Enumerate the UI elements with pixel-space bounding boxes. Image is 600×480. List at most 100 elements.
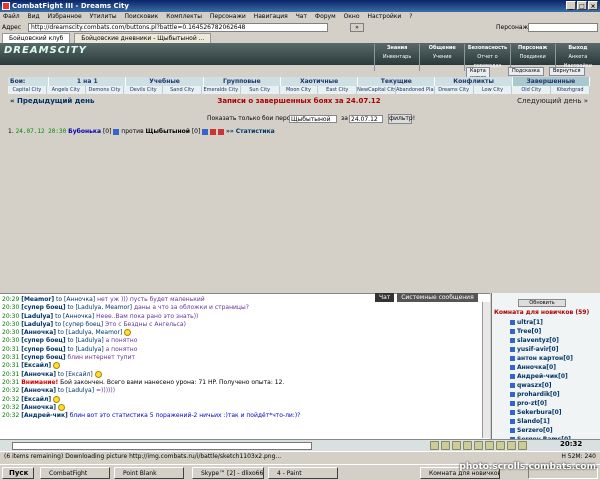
menu-utils[interactable]: Утилиты xyxy=(87,13,120,20)
menu-sets[interactable]: Комплекты xyxy=(163,13,205,20)
cat-group[interactable]: Групповые xyxy=(204,77,281,86)
user-list-item[interactable]: Slando[1] xyxy=(510,417,590,426)
chat-recipient[interactable]: to [Ladulya, Meamor] xyxy=(58,329,122,336)
chat-input[interactable] xyxy=(12,442,312,450)
chat-recipient[interactable]: to [Ladulya, Meamor] xyxy=(68,304,132,311)
menu-persons[interactable]: Персонажи xyxy=(207,13,249,20)
city-item[interactable]: Old City xyxy=(512,86,552,94)
city-item[interactable]: Demons City xyxy=(86,86,125,94)
minimize-button[interactable]: _ xyxy=(566,1,576,10)
chat-time[interactable]: 20:30 xyxy=(2,313,19,320)
menu-file[interactable]: Файл xyxy=(0,13,23,20)
chat-time[interactable]: 20:32 xyxy=(2,396,19,403)
chat-scrollbar[interactable] xyxy=(482,302,490,438)
city-item[interactable]: Angels City xyxy=(47,86,86,94)
user-list-item[interactable]: антон картон[0] xyxy=(510,354,590,363)
refresh-button[interactable]: Обновить xyxy=(518,299,566,307)
city-item[interactable]: Sand City xyxy=(163,86,202,94)
chat-nick[interactable]: [супер боец] xyxy=(21,304,65,311)
cat-finished[interactable]: Завершенные xyxy=(512,77,590,86)
menu-nav[interactable]: Навигация xyxy=(251,13,291,20)
user-list-item[interactable]: qwaszx[0] xyxy=(510,381,590,390)
chat-recipient[interactable]: to [Анночка] xyxy=(55,313,94,320)
person-select[interactable] xyxy=(528,23,598,32)
sound-icon[interactable] xyxy=(463,441,472,450)
player-1[interactable]: Бубонька xyxy=(68,128,101,135)
city-item[interactable]: Capital City xyxy=(8,86,47,94)
user-list-item[interactable]: slaventyz[0] xyxy=(510,336,590,345)
translit-icon[interactable] xyxy=(474,441,483,450)
tab-club[interactable]: Бойцовский клуб xyxy=(2,33,71,43)
user-list-item[interactable]: pro-zt[0] xyxy=(510,399,590,408)
chat-time[interactable]: 20:30 xyxy=(2,329,19,336)
menu-window[interactable]: Окно xyxy=(341,13,363,20)
task-skype[interactable]: Skype™ [2] - dlixo666 xyxy=(192,467,264,479)
exit-icon[interactable] xyxy=(507,441,516,450)
chat-nick[interactable]: [Ексайл] xyxy=(21,362,51,369)
chat-time[interactable]: 20:32 xyxy=(2,387,19,394)
date-filter-input[interactable]: 24.07.12 xyxy=(349,115,383,123)
chat-recipient[interactable]: to [супер боец] xyxy=(55,321,103,328)
task-pointblank[interactable]: Point Blank xyxy=(114,467,184,479)
tab-diaries[interactable]: Бойцовские дневники - Щыбытыной ... xyxy=(74,33,212,43)
menu-forum[interactable]: Форум xyxy=(312,13,339,20)
chat-nick[interactable]: [супер боец] xyxy=(21,337,65,344)
user-list-item[interactable]: ultra[1] xyxy=(510,318,590,327)
city-item[interactable]: Dreams City xyxy=(435,86,474,94)
maximize-button[interactable]: □ xyxy=(577,1,587,10)
chat-nick[interactable]: [Анночка] xyxy=(21,387,56,394)
task-paint[interactable]: 4 - Paint xyxy=(268,467,338,479)
return-button[interactable]: Вернуться xyxy=(549,67,585,76)
cat-chaotic[interactable]: Хаотичные xyxy=(281,77,359,86)
chat-time[interactable]: 20:31 xyxy=(2,379,19,386)
cat-conflicts[interactable]: Конфликты xyxy=(435,77,513,86)
game-menu-1[interactable]: Знания Инвентарь xyxy=(374,44,419,71)
filter-button[interactable]: фильтр! xyxy=(388,114,415,124)
cat-training[interactable]: Учебные xyxy=(126,77,204,86)
chat-nick[interactable]: [Анночка] xyxy=(21,329,56,336)
battle-log-link[interactable]: »» xyxy=(226,128,234,135)
city-item[interactable]: Devils City xyxy=(124,86,164,94)
help-icon[interactable] xyxy=(518,441,527,450)
user-list-item[interactable]: yusif-avir[0] xyxy=(510,345,590,354)
chat-nick[interactable]: [Ladulya] xyxy=(21,321,53,328)
chat-time[interactable]: 20:30 xyxy=(2,337,19,344)
chat-nick[interactable]: [Meamor] xyxy=(21,296,54,303)
user-list-item[interactable]: Serzero[0] xyxy=(510,426,590,435)
chat-nick[interactable]: [Анночка] xyxy=(21,371,56,378)
city-item[interactable]: Low City xyxy=(474,86,513,94)
chat-time[interactable]: 20:31 xyxy=(2,362,19,369)
clear-icon[interactable] xyxy=(441,441,450,450)
player-2[interactable]: Щыбытыной xyxy=(146,128,190,135)
start-button[interactable]: Пуск xyxy=(2,467,34,479)
menu-chat[interactable]: Чат xyxy=(293,13,310,20)
smiley-icon[interactable] xyxy=(430,441,439,450)
menu-help[interactable]: ? xyxy=(406,13,415,20)
chat-time[interactable]: 20:30 xyxy=(2,321,19,328)
chat-time[interactable]: 20:31 xyxy=(2,371,19,378)
chat-time[interactable]: 20:32 xyxy=(2,404,19,411)
chat-recipient[interactable]: to [Ексайл] xyxy=(58,371,93,378)
cat-current[interactable]: Текущие xyxy=(358,77,436,86)
chat-time[interactable]: 20:31 xyxy=(2,354,19,361)
next-day-link[interactable]: Следующий день » xyxy=(517,96,588,106)
cat-1v1[interactable]: 1 на 1 xyxy=(49,77,127,86)
close-button[interactable]: × xyxy=(588,1,598,10)
menu-view[interactable]: Вид xyxy=(25,13,43,20)
city-item[interactable]: Sun City xyxy=(241,86,280,94)
chat-recipient[interactable]: to [Ladulya] xyxy=(58,387,94,394)
chat-nick[interactable]: [Ladulya] xyxy=(21,313,53,320)
user-list-item[interactable]: Анночка[0] xyxy=(510,363,590,372)
city-item[interactable]: NewCapital City xyxy=(357,86,396,94)
settings-icon[interactable] xyxy=(496,441,505,450)
info-icon[interactable] xyxy=(113,128,120,135)
statistics-link[interactable]: Статистика xyxy=(236,128,275,135)
refresh-icon[interactable] xyxy=(485,441,494,450)
menu-search[interactable]: Поисковик xyxy=(122,13,162,20)
chat-nick[interactable]: [Андрей-чик] xyxy=(21,412,68,419)
user-list-item[interactable]: prohardik[0] xyxy=(510,390,590,399)
chat-time[interactable]: 20:30 xyxy=(2,304,19,311)
chat-nick[interactable]: [Анночка] xyxy=(21,404,56,411)
person-filter-input[interactable]: Щыбытыной xyxy=(289,115,337,123)
city-item[interactable]: Moon City xyxy=(280,86,319,94)
